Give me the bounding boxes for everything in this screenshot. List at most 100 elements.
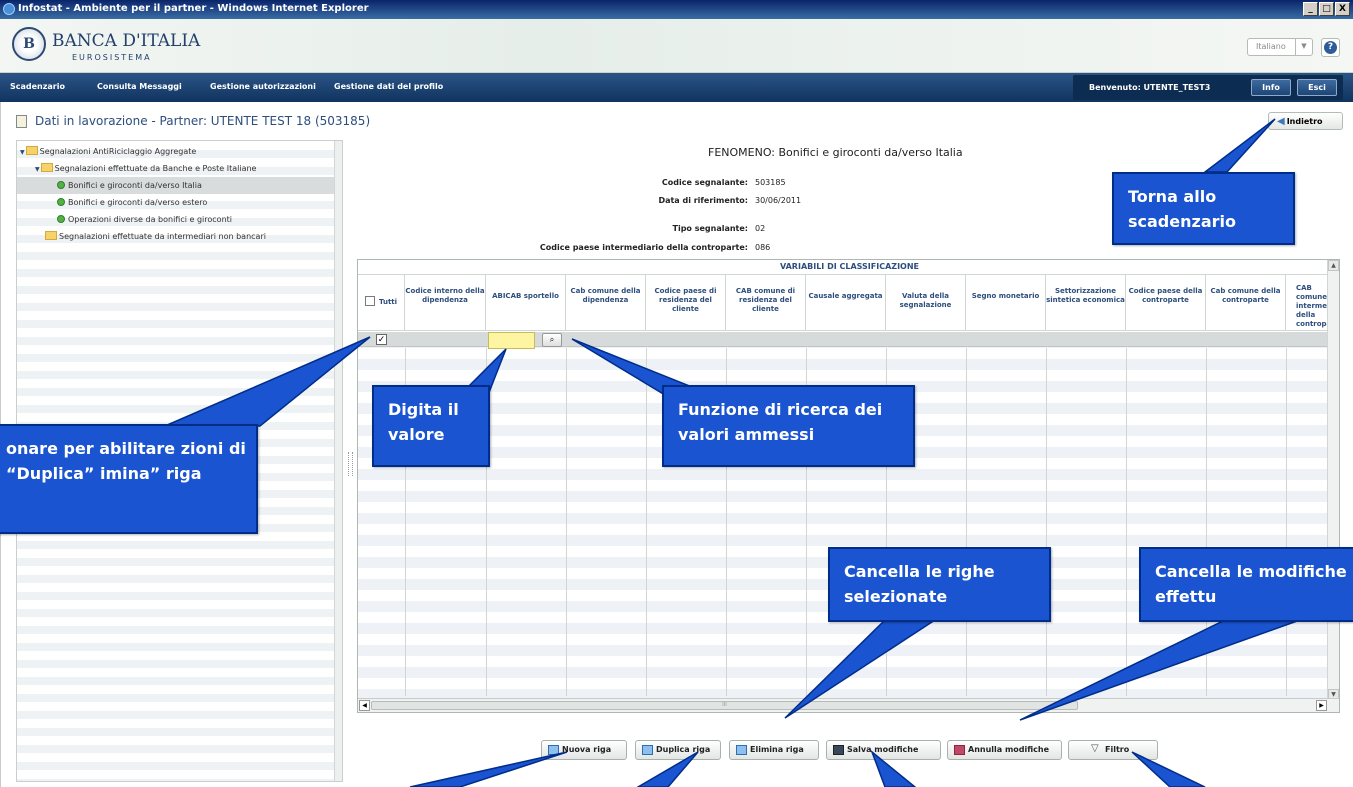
tree-node-antiriciclaggio[interactable]: ▼ Segnalazioni AntiRiciclaggio Aggregate xyxy=(20,143,196,160)
col-abicab[interactable]: ABICAB sportello xyxy=(486,275,566,331)
filter-icon: ▽ xyxy=(1091,743,1099,754)
esci-button[interactable]: Esci xyxy=(1297,79,1337,96)
scroll-up-icon[interactable]: ▲ xyxy=(1328,260,1339,271)
col-valuta[interactable]: Valuta della segnalazione xyxy=(886,275,966,331)
back-arrow-icon: ◀ xyxy=(1277,116,1285,127)
col-causale[interactable]: Causale aggregata xyxy=(806,275,886,331)
nav-consulta-messaggi[interactable]: Consulta Messaggi xyxy=(97,82,182,91)
salva-modifiche-button[interactable]: Salva modifiche xyxy=(826,740,941,760)
col-segno[interactable]: Segno monetario xyxy=(966,275,1046,331)
nuova-riga-button[interactable]: Nuova riga xyxy=(541,740,627,760)
nav-scadenzario[interactable]: Scadenzario xyxy=(10,82,65,91)
row-checkbox[interactable]: ✓ xyxy=(376,334,387,345)
abicab-input[interactable] xyxy=(488,332,535,349)
leaf-icon xyxy=(57,198,65,206)
tree-node-bonifici-italia[interactable]: Bonifici e giroconti da/verso Italia xyxy=(17,177,335,194)
indietro-label: Indietro xyxy=(1286,117,1323,126)
tree-label: Segnalazioni effettuate da intermediari … xyxy=(59,232,266,241)
grid-vertical-scrollbar[interactable]: ▲ ▼ xyxy=(1327,260,1339,700)
column-divider xyxy=(966,348,967,696)
col-paese-residenza[interactable]: Codice paese di residenza del cliente xyxy=(646,275,726,331)
info-label: Data di riferimento: xyxy=(658,196,748,205)
column-divider xyxy=(1286,348,1287,696)
duplicate-icon xyxy=(642,745,653,755)
info-button[interactable]: Info xyxy=(1251,79,1291,96)
logo-subtitle: EUROSISTEMA xyxy=(72,53,152,62)
select-all-label: Tutti xyxy=(378,298,398,306)
tree-label: Segnalazioni effettuate da Banche e Post… xyxy=(54,164,257,173)
table-row[interactable]: ✓ ⌕ xyxy=(358,332,1328,349)
tree-label: Segnalazioni AntiRiciclaggio Aggregate xyxy=(39,147,197,156)
callout-funzione-ricerca: Funzione di ricerca dei valori ammessi xyxy=(662,385,915,467)
indietro-button[interactable]: ◀ Indietro xyxy=(1268,112,1343,130)
filtro-button[interactable]: ▽ Filtro xyxy=(1068,740,1158,760)
bank-seal-icon: B xyxy=(12,27,46,61)
welcome-text: Benvenuto: UTENTE_TEST3 xyxy=(1089,83,1211,92)
callout-digita-valore: Digita il valore xyxy=(372,385,490,467)
document-icon xyxy=(16,115,27,128)
filtro-label: Filtro xyxy=(1105,745,1130,754)
chevron-down-icon[interactable]: ▼ xyxy=(1295,39,1312,55)
expand-icon[interactable]: ▼ xyxy=(20,144,25,161)
column-divider xyxy=(566,348,567,696)
nav-gestione-dati-profilo[interactable]: Gestione dati del profilo xyxy=(334,82,443,91)
col-settorizzazione[interactable]: Settorizzazione sintetica economica xyxy=(1046,275,1126,331)
maximize-button[interactable]: □ xyxy=(1319,2,1334,16)
info-data-riferimento: Data di riferimento: 30/06/2011 xyxy=(651,196,801,205)
select-all-checkbox[interactable] xyxy=(364,296,375,306)
window-title-bar: Infostat - Ambiente per il partner - Win… xyxy=(0,0,1353,19)
annulla-modifiche-label: Annulla modifiche xyxy=(968,745,1050,754)
search-icon: ⌕ xyxy=(549,335,555,344)
tree-label: Bonifici e giroconti da/verso estero xyxy=(68,198,208,207)
lookup-button[interactable]: ⌕ xyxy=(542,333,562,347)
duplica-riga-button[interactable]: Duplica riga xyxy=(635,740,721,760)
info-codice-paese: Codice paese intermediario della controp… xyxy=(538,243,770,252)
panel-splitter[interactable] xyxy=(348,452,353,476)
column-divider xyxy=(1046,348,1047,696)
info-value: 503185 xyxy=(755,178,786,187)
col-cab-controparte[interactable]: Cab comune della controparte xyxy=(1206,275,1286,331)
info-value: 02 xyxy=(755,224,766,233)
scroll-left-icon[interactable]: ◀ xyxy=(359,700,370,711)
language-value: Italiano xyxy=(1256,42,1286,51)
callout-cancella-righe: Cancella le righe selezionate xyxy=(828,547,1051,622)
main-nav: Scadenzario Consulta Messaggi Gestione a… xyxy=(0,73,1353,102)
annulla-modifiche-button[interactable]: Annulla modifiche xyxy=(947,740,1062,760)
logo-name: BANCA D'ITALIA xyxy=(52,31,201,51)
elimina-riga-button[interactable]: Elimina riga xyxy=(729,740,819,760)
scroll-thumb[interactable]: III xyxy=(371,701,1078,710)
col-cab-residenza[interactable]: CAB comune di residenza del cliente xyxy=(726,275,806,331)
callout-cancella-modifiche: Cancella le modifiche effettu xyxy=(1139,547,1353,622)
info-label: Codice segnalante: xyxy=(661,178,748,187)
duplica-riga-label: Duplica riga xyxy=(656,745,711,754)
column-divider xyxy=(1126,348,1127,696)
minimize-button[interactable]: _ xyxy=(1303,2,1318,16)
col-cab-dipendenza[interactable]: Cab comune della dipendenza xyxy=(566,275,646,331)
info-value: 086 xyxy=(755,243,771,252)
tree-node-operazioni-diverse[interactable]: Operazioni diverse da bonifici e girocon… xyxy=(57,211,232,228)
tree-node-banche-poste[interactable]: ▼ Segnalazioni effettuate da Banche e Pos… xyxy=(35,160,256,177)
col-codice-interno[interactable]: Codice interno della dipendenza xyxy=(405,275,486,331)
help-button[interactable]: ? xyxy=(1321,38,1340,57)
ie-icon xyxy=(3,3,15,15)
expand-icon[interactable]: ▼ xyxy=(35,161,40,178)
nuova-riga-label: Nuova riga xyxy=(562,745,612,754)
add-row-icon xyxy=(548,745,559,755)
tree-node-intermediari-non-bancari[interactable]: Segnalazioni effettuate da intermediari … xyxy=(45,228,266,245)
scroll-right-icon[interactable]: ▶ xyxy=(1316,700,1327,711)
save-icon xyxy=(833,745,844,755)
tree-node-bonifici-estero[interactable]: Bonifici e giroconti da/verso estero xyxy=(57,194,207,211)
fenomeno-title: FENOMENO: Bonifici e giroconti da/verso … xyxy=(708,146,963,159)
info-tipo-segnalante: Tipo segnalante: 02 xyxy=(651,224,766,233)
folder-icon xyxy=(40,163,53,172)
callout-torna-scadenzario: Torna allo scadenzario xyxy=(1112,172,1295,245)
close-button[interactable]: X xyxy=(1335,2,1350,16)
tree-scrollbar[interactable] xyxy=(334,141,342,781)
grid-horizontal-scrollbar[interactable]: ◀ III ▶ xyxy=(358,698,1339,712)
welcome-panel: Benvenuto: UTENTE_TEST3 Info Esci xyxy=(1073,75,1343,100)
delete-row-icon xyxy=(736,745,747,755)
col-paese-controparte[interactable]: Codice paese della controparte xyxy=(1126,275,1206,331)
language-select[interactable]: Italiano ▼ xyxy=(1247,38,1313,56)
folder-icon xyxy=(25,146,38,155)
nav-gestione-autorizzazioni[interactable]: Gestione autorizzazioni xyxy=(210,82,316,91)
